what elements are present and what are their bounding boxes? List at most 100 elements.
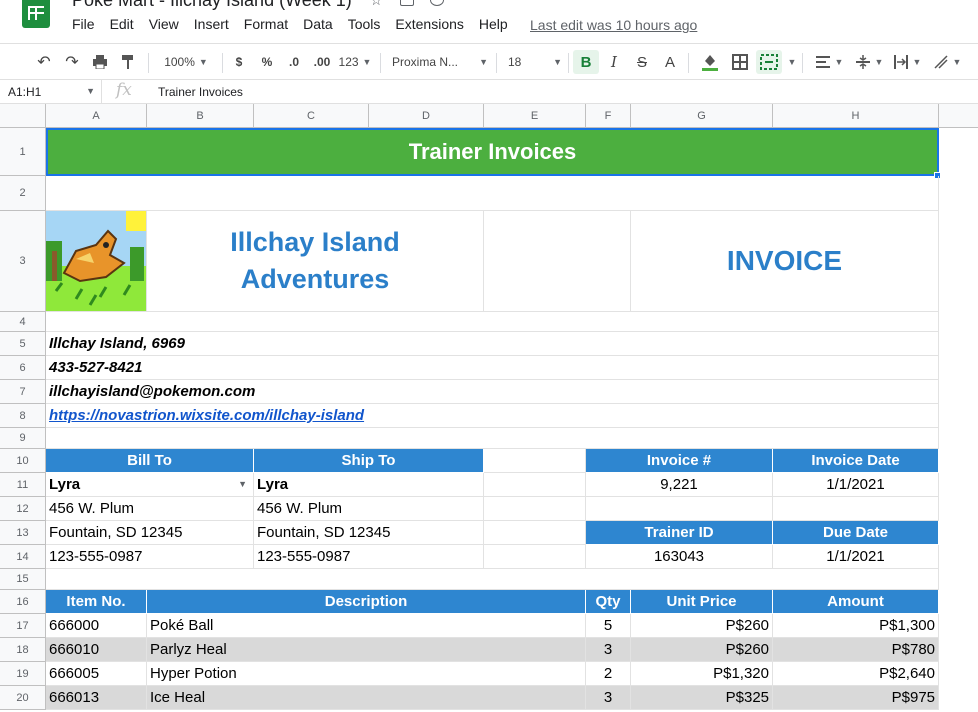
currency-format-button[interactable]: $ xyxy=(230,50,248,74)
trainer-id-header[interactable]: Trainer ID xyxy=(586,521,773,545)
table-row-qty[interactable]: 3 xyxy=(586,686,631,710)
dropdown-chevron-icon[interactable]: ▼ xyxy=(238,479,247,489)
redo-icon[interactable]: ↷ xyxy=(62,50,82,74)
table-row-amount[interactable]: P$975 xyxy=(773,686,939,710)
row-header-13[interactable]: 13 xyxy=(0,521,46,545)
formula-input[interactable]: Trainer Invoices xyxy=(158,85,243,99)
move-icon[interactable] xyxy=(400,0,414,6)
select-all-corner[interactable] xyxy=(0,104,46,128)
ship-to-name-cell[interactable]: Lyra xyxy=(254,473,484,497)
table-row-unit-price[interactable]: P$325 xyxy=(631,686,773,710)
empty-cell[interactable] xyxy=(484,473,586,497)
row-header-6[interactable]: 6 xyxy=(0,356,46,380)
name-box[interactable]: A1:H1 ▼ xyxy=(0,80,102,104)
column-header-d[interactable]: D xyxy=(369,104,484,128)
row-header-19[interactable]: 19 xyxy=(0,662,46,686)
sheets-logo-icon[interactable] xyxy=(22,0,50,28)
paint-format-icon[interactable] xyxy=(118,50,138,74)
percent-format-button[interactable]: % xyxy=(258,50,276,74)
increase-decimal-button[interactable]: .00 xyxy=(310,50,334,74)
table-row-qty[interactable]: 5 xyxy=(586,614,631,638)
invoice-number-header[interactable]: Invoice # xyxy=(586,449,773,473)
due-date-cell[interactable]: 1/1/2021 xyxy=(773,545,939,569)
table-row-qty[interactable]: 3 xyxy=(586,638,631,662)
italic-button[interactable]: I xyxy=(603,50,625,74)
ship-to-header[interactable]: Ship To xyxy=(254,449,484,473)
ship-to-phone-cell[interactable]: 123-555-0987 xyxy=(254,545,484,569)
table-row-unit-price[interactable]: P$260 xyxy=(631,638,773,662)
column-header-e[interactable]: E xyxy=(484,104,586,128)
menu-extensions[interactable]: Extensions xyxy=(395,16,463,36)
empty-cell[interactable] xyxy=(484,497,586,521)
address-cell[interactable]: Illchay Island, 6969 xyxy=(46,332,939,356)
empty-cell[interactable] xyxy=(46,569,939,590)
print-icon[interactable] xyxy=(90,50,110,74)
table-row-amount[interactable]: P$780 xyxy=(773,638,939,662)
bill-to-city-cell[interactable]: Fountain, SD 12345 xyxy=(46,521,254,545)
row-header-1[interactable]: 1 xyxy=(0,128,46,176)
unit-price-header[interactable]: Unit Price xyxy=(631,590,773,614)
decrease-decimal-button[interactable]: .0 xyxy=(284,50,304,74)
row-header-2[interactable]: 2 xyxy=(0,176,46,211)
merge-cells-icon[interactable] xyxy=(756,50,782,74)
row-header-8[interactable]: 8 xyxy=(0,404,46,428)
row-header-14[interactable]: 14 xyxy=(0,545,46,569)
table-row-unit-price[interactable]: P$260 xyxy=(631,614,773,638)
cloud-status-icon[interactable] xyxy=(430,0,444,6)
table-row-amount[interactable]: P$1,300 xyxy=(773,614,939,638)
column-header-g[interactable]: G xyxy=(631,104,773,128)
invoice-date-cell[interactable]: 1/1/2021 xyxy=(773,473,939,497)
bold-button[interactable]: B xyxy=(573,50,599,74)
invoice-number-cell[interactable]: 9,221 xyxy=(586,473,773,497)
item-number-header[interactable]: Item No. xyxy=(46,590,147,614)
qty-header[interactable]: Qty xyxy=(586,590,631,614)
empty-cell[interactable] xyxy=(586,497,773,521)
trainer-id-cell[interactable]: 163043 xyxy=(586,545,773,569)
table-row-description[interactable]: Poké Ball xyxy=(147,614,586,638)
text-color-button[interactable]: A xyxy=(659,50,681,74)
horizontal-align-icon[interactable]: ▼ xyxy=(812,50,846,74)
font-family-select[interactable]: Proxima N... ▼ xyxy=(392,50,488,74)
empty-cell[interactable] xyxy=(773,497,939,521)
row-header-10[interactable]: 10 xyxy=(0,449,46,473)
empty-cell[interactable] xyxy=(484,545,586,569)
row-header-20[interactable]: 20 xyxy=(0,686,46,710)
empty-cell[interactable] xyxy=(46,176,939,211)
menu-view[interactable]: View xyxy=(149,16,179,36)
bill-to-street-cell[interactable]: 456 W. Plum xyxy=(46,497,254,521)
empty-cell[interactable] xyxy=(484,449,586,473)
table-row-amount[interactable]: P$2,640 xyxy=(773,662,939,686)
row-header-12[interactable]: 12 xyxy=(0,497,46,521)
table-row-item-number[interactable]: 666010 xyxy=(46,638,147,662)
last-edit-link[interactable]: Last edit was 10 hours ago xyxy=(530,17,697,33)
table-row-description[interactable]: Parlyz Heal xyxy=(147,638,586,662)
merge-options-chevron-icon[interactable]: ▼ xyxy=(784,50,797,74)
email-cell[interactable]: illchayisland@pokemon.com xyxy=(46,380,939,404)
empty-cell[interactable] xyxy=(484,211,631,312)
column-header-c[interactable]: C xyxy=(254,104,369,128)
table-row-description[interactable]: Hyper Potion xyxy=(147,662,586,686)
menu-help[interactable]: Help xyxy=(479,16,508,36)
company-name-cell[interactable]: Illchay Island Adventures xyxy=(147,211,484,312)
text-rotation-icon[interactable]: ▼ xyxy=(930,50,964,74)
ship-to-city-cell[interactable]: Fountain, SD 12345 xyxy=(254,521,484,545)
invoice-date-header[interactable]: Invoice Date xyxy=(773,449,939,473)
sheet-title-cell[interactable]: Trainer Invoices xyxy=(46,128,939,176)
table-row-unit-price[interactable]: P$1,320 xyxy=(631,662,773,686)
column-header-a[interactable]: A xyxy=(46,104,147,128)
amount-header[interactable]: Amount xyxy=(773,590,939,614)
phone-cell[interactable]: 433-527-8421 xyxy=(46,356,939,380)
due-date-header[interactable]: Due Date xyxy=(773,521,939,545)
strikethrough-button[interactable]: S xyxy=(631,50,653,74)
row-header-16[interactable]: 16 xyxy=(0,590,46,614)
table-row-qty[interactable]: 2 xyxy=(586,662,631,686)
ship-to-street-cell[interactable]: 456 W. Plum xyxy=(254,497,484,521)
row-header-9[interactable]: 9 xyxy=(0,428,46,449)
table-row-item-number[interactable]: 666013 xyxy=(46,686,147,710)
star-icon[interactable]: ☆ xyxy=(370,0,384,8)
empty-cell[interactable] xyxy=(46,312,939,332)
bill-to-phone-cell[interactable]: 123-555-0987 xyxy=(46,545,254,569)
invoice-label-cell[interactable]: INVOICE xyxy=(631,211,939,312)
row-header-5[interactable]: 5 xyxy=(0,332,46,356)
undo-icon[interactable]: ↶ xyxy=(34,50,54,74)
